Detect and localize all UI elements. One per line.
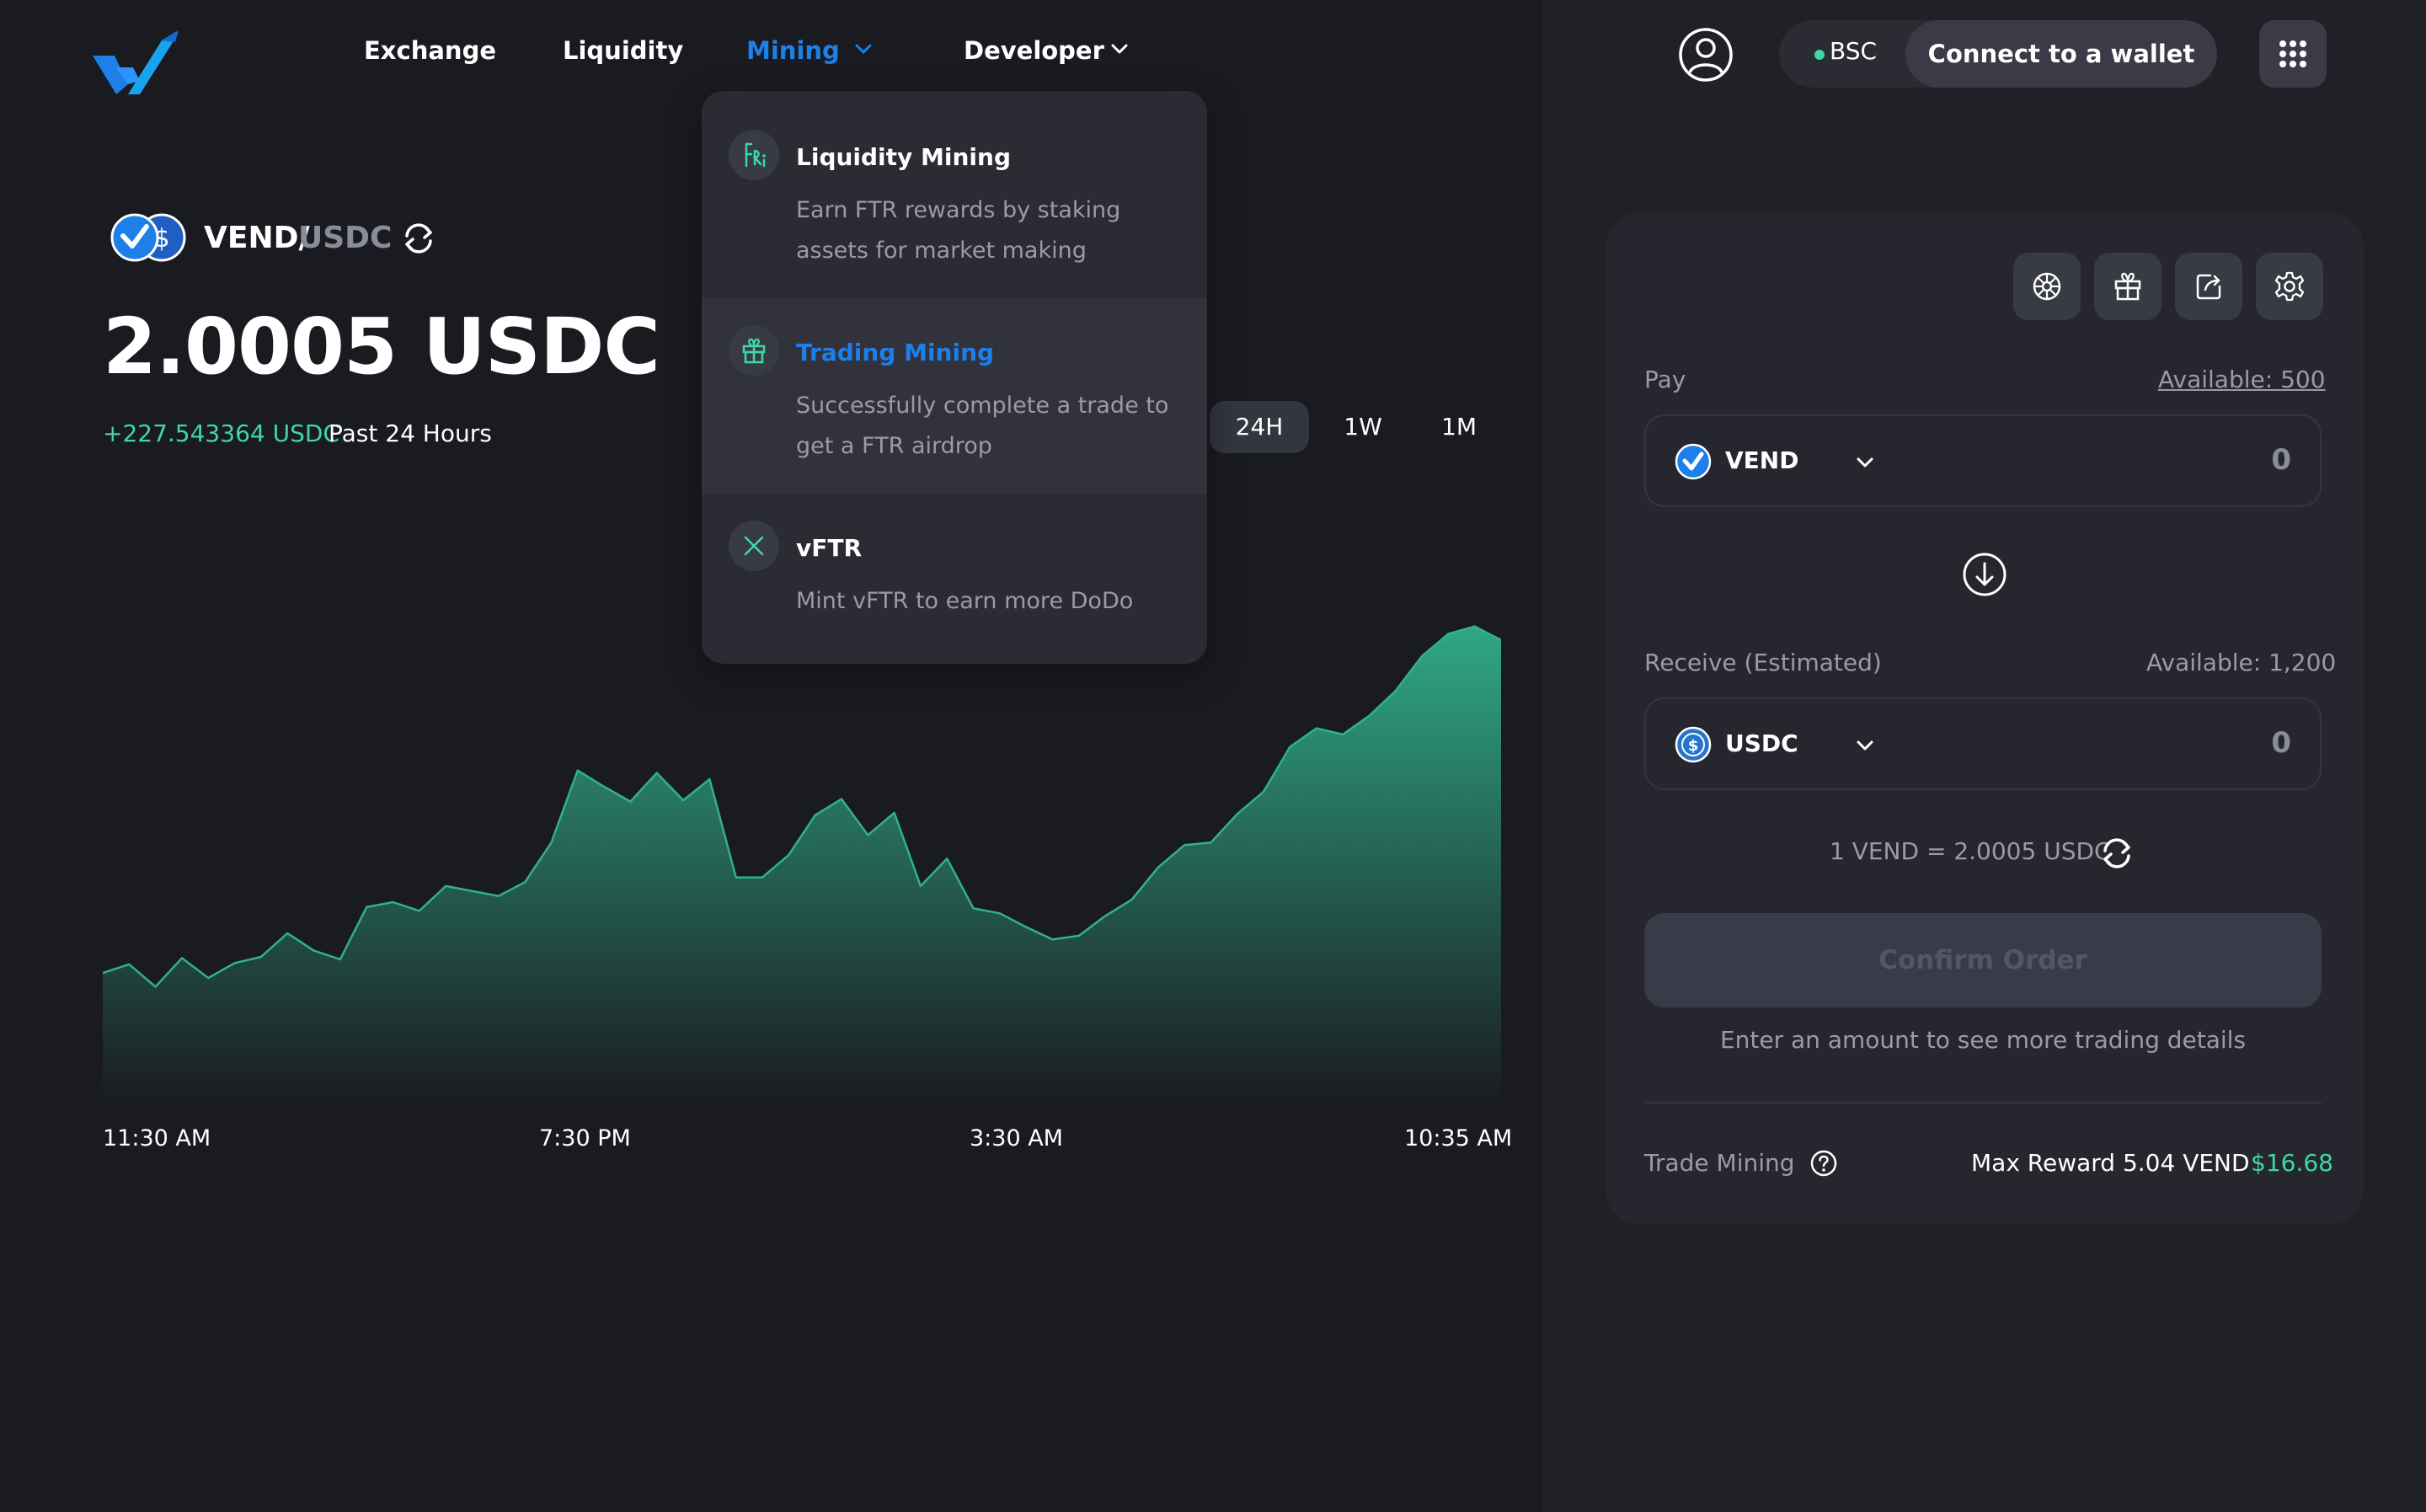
receive-amount[interactable]: 0 bbox=[2156, 726, 2291, 760]
pair-quote: USDC bbox=[298, 221, 393, 255]
account-icon[interactable] bbox=[1676, 25, 1735, 84]
trade-mining-label: Trade Mining bbox=[1644, 1149, 1795, 1177]
gear-icon bbox=[2274, 271, 2305, 302]
logo-icon[interactable] bbox=[91, 30, 179, 98]
nav-developer[interactable]: Developer bbox=[964, 34, 1104, 67]
pay-available-link[interactable]: Available: 500 bbox=[2158, 366, 2326, 393]
x-axis-label: 11:30 AM bbox=[103, 1125, 211, 1151]
vend-token-icon bbox=[1675, 443, 1712, 480]
timeframe-1m[interactable]: 1M bbox=[1424, 401, 1494, 453]
price-period: Past 24 Hours bbox=[329, 419, 492, 447]
grid-icon bbox=[2279, 40, 2306, 67]
chevron-down-icon[interactable] bbox=[1856, 456, 1874, 469]
rewards-button[interactable] bbox=[2094, 253, 2161, 320]
dropdown-item-vftr[interactable]: vFTR Mint vFTR to earn more DoDo bbox=[702, 494, 1207, 664]
price-area bbox=[103, 626, 1501, 1103]
settings-button[interactable] bbox=[2256, 253, 2323, 320]
network-label[interactable]: BSC bbox=[1830, 37, 1877, 65]
chevron-down-icon[interactable] bbox=[1110, 42, 1129, 56]
receive-label: Receive (Estimated) bbox=[1644, 649, 1882, 676]
aperture-icon bbox=[2033, 272, 2061, 301]
exchange-rate: 1 VEND = 2.0005 USDC bbox=[1830, 837, 2111, 865]
x-axis-label: 10:35 AM bbox=[1404, 1125, 1513, 1151]
apps-menu-button[interactable] bbox=[2259, 20, 2327, 88]
svg-text:$: $ bbox=[1688, 737, 1699, 755]
pair-token-icons: $ bbox=[110, 213, 186, 262]
network-status-dot bbox=[1814, 50, 1825, 60]
current-price: 2.0005 USDC bbox=[103, 302, 660, 392]
help-icon[interactable] bbox=[1809, 1149, 1838, 1178]
dropdown-item-desc: Mint vFTR to earn more DoDo bbox=[796, 588, 1134, 614]
pay-token-name[interactable]: VEND bbox=[1725, 446, 1798, 474]
dropdown-item-trading-mining[interactable]: Trading Mining Successfully complete a t… bbox=[702, 298, 1207, 494]
mining-dropdown: Liquidity Mining Earn FTR rewards by sta… bbox=[702, 91, 1207, 664]
price-chart bbox=[103, 625, 1501, 1103]
nav-exchange[interactable]: Exchange bbox=[364, 34, 496, 67]
x-axis-label: 7:30 PM bbox=[539, 1125, 631, 1151]
receive-available: Available: 1,200 bbox=[2146, 649, 2337, 676]
dropdown-item-liquidity-mining[interactable]: Liquidity Mining Earn FTR rewards by sta… bbox=[702, 91, 1207, 298]
price-change: +227.543364 USDC bbox=[103, 419, 339, 447]
dropdown-item-title: vFTR bbox=[796, 534, 863, 562]
pair-base: VEND/ bbox=[204, 221, 310, 255]
chevron-down-icon[interactable] bbox=[1856, 739, 1874, 752]
timeframe-1w[interactable]: 1W bbox=[1328, 401, 1398, 453]
pay-label: Pay bbox=[1644, 366, 1686, 393]
connect-wallet-button[interactable]: Connect to a wallet bbox=[1905, 20, 2217, 88]
share-button[interactable] bbox=[2175, 253, 2242, 320]
confirm-order-button[interactable]: Confirm Order bbox=[1644, 913, 2322, 1007]
vftr-icon bbox=[729, 521, 779, 571]
max-reward: Max Reward 5.04 VEND bbox=[1971, 1149, 2250, 1177]
chevron-down-icon[interactable] bbox=[854, 42, 873, 56]
x-axis-label: 3:30 AM bbox=[970, 1125, 1063, 1151]
trade-hint: Enter an amount to see more trading deta… bbox=[1719, 1026, 2247, 1054]
timeframe-24h[interactable]: 24H bbox=[1210, 401, 1309, 453]
arrow-down-circle-icon[interactable] bbox=[1961, 551, 2008, 598]
network-tool-button[interactable] bbox=[2013, 253, 2081, 320]
dropdown-item-desc: Earn FTR rewards by staking assets for m… bbox=[796, 197, 1121, 264]
dropdown-item-desc: Successfully complete a trade to get a F… bbox=[796, 393, 1169, 459]
usdc-token-icon: $ bbox=[1675, 726, 1712, 763]
dropdown-item-title: Trading Mining bbox=[796, 339, 995, 366]
share-icon bbox=[2196, 274, 2221, 300]
reward-usd: $16.68 bbox=[2251, 1149, 2333, 1177]
receive-token-name[interactable]: USDC bbox=[1725, 729, 1798, 757]
divider bbox=[1644, 1102, 2322, 1103]
nav-liquidity[interactable]: Liquidity bbox=[563, 34, 683, 67]
gift-icon bbox=[2114, 272, 2141, 301]
pay-amount[interactable]: 0 bbox=[2156, 443, 2291, 477]
refresh-rate-icon[interactable] bbox=[2097, 836, 2136, 871]
nav-mining[interactable]: Mining bbox=[746, 34, 840, 67]
liquidity-mining-icon bbox=[729, 130, 779, 180]
swap-pair-icon[interactable] bbox=[399, 221, 438, 256]
gift-icon bbox=[729, 325, 779, 376]
dropdown-item-title: Liquidity Mining bbox=[796, 143, 1012, 171]
